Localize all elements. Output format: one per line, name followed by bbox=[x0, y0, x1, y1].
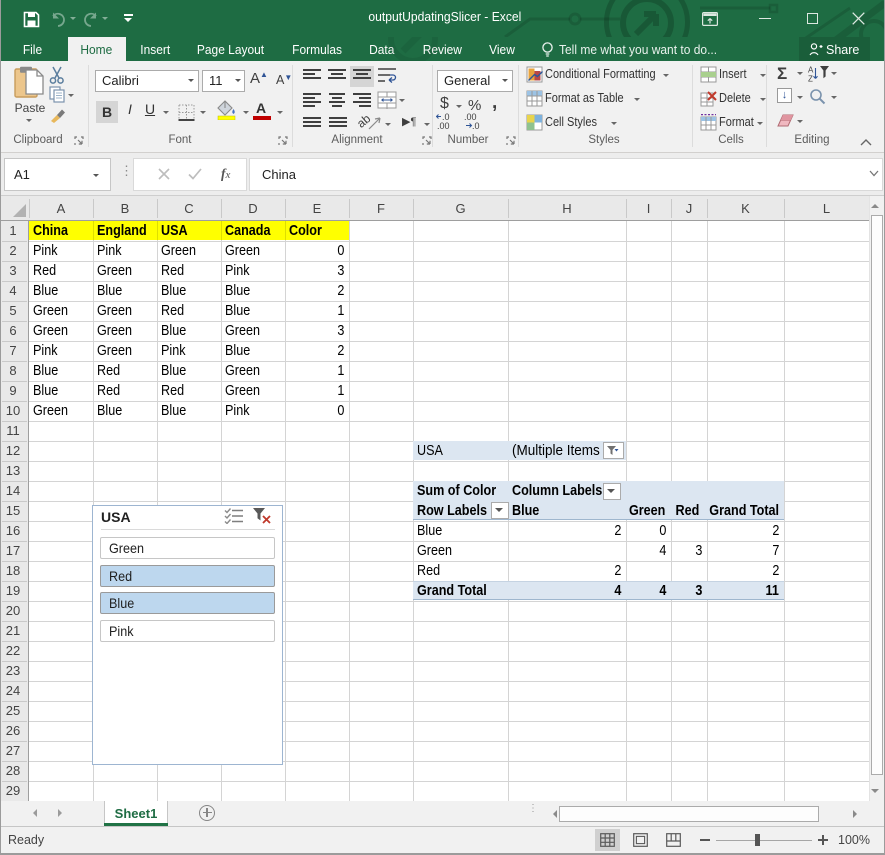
svg-text:Z: Z bbox=[808, 75, 813, 83]
svg-text:.00: .00 bbox=[437, 121, 450, 130]
svg-text:.0: .0 bbox=[472, 121, 480, 130]
svg-text:A: A bbox=[808, 66, 814, 75]
